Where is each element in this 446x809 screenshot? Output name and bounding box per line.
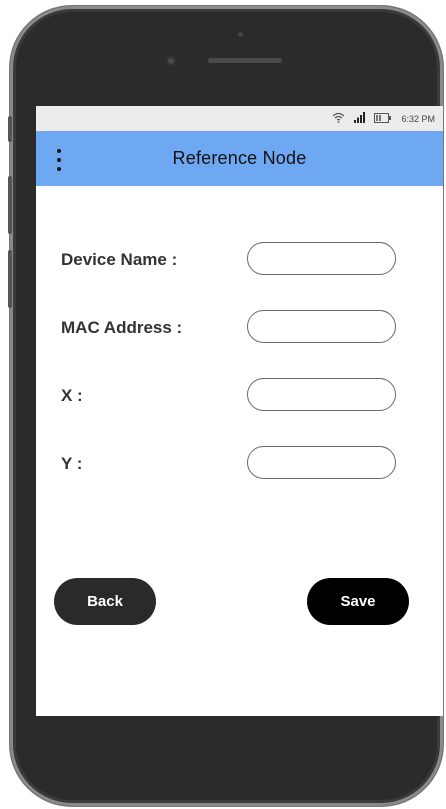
app-screen: 6:32 PM Reference Node Device Name : MAC… — [36, 106, 443, 716]
proximity-sensor — [238, 32, 243, 37]
side-button-volume-up — [8, 176, 12, 234]
side-button-mute — [8, 116, 12, 142]
earpiece-speaker — [208, 58, 282, 63]
save-button[interactable]: Save — [307, 578, 409, 625]
device-name-label: Device Name : — [61, 250, 178, 269]
mac-address-input[interactable] — [247, 310, 396, 343]
x-coordinate-input[interactable] — [247, 378, 396, 411]
y-coordinate-label: Y : — [61, 454, 83, 473]
status-time: 6:32 PM — [401, 113, 435, 124]
mac-address-label: MAC Address : — [61, 318, 183, 337]
app-bar: Reference Node — [36, 131, 443, 186]
front-camera-icon — [166, 56, 176, 66]
y-coordinate-input[interactable] — [247, 446, 396, 479]
side-button-volume-down — [8, 250, 12, 308]
status-bar: 6:32 PM — [36, 106, 443, 131]
wifi-icon — [332, 112, 345, 125]
back-button[interactable]: Back — [54, 578, 156, 625]
signal-icon — [354, 112, 366, 125]
battery-icon — [374, 112, 392, 125]
x-coordinate-label: X : — [61, 386, 83, 405]
device-name-input[interactable] — [247, 242, 396, 275]
page-title: Reference Node — [172, 148, 307, 168]
